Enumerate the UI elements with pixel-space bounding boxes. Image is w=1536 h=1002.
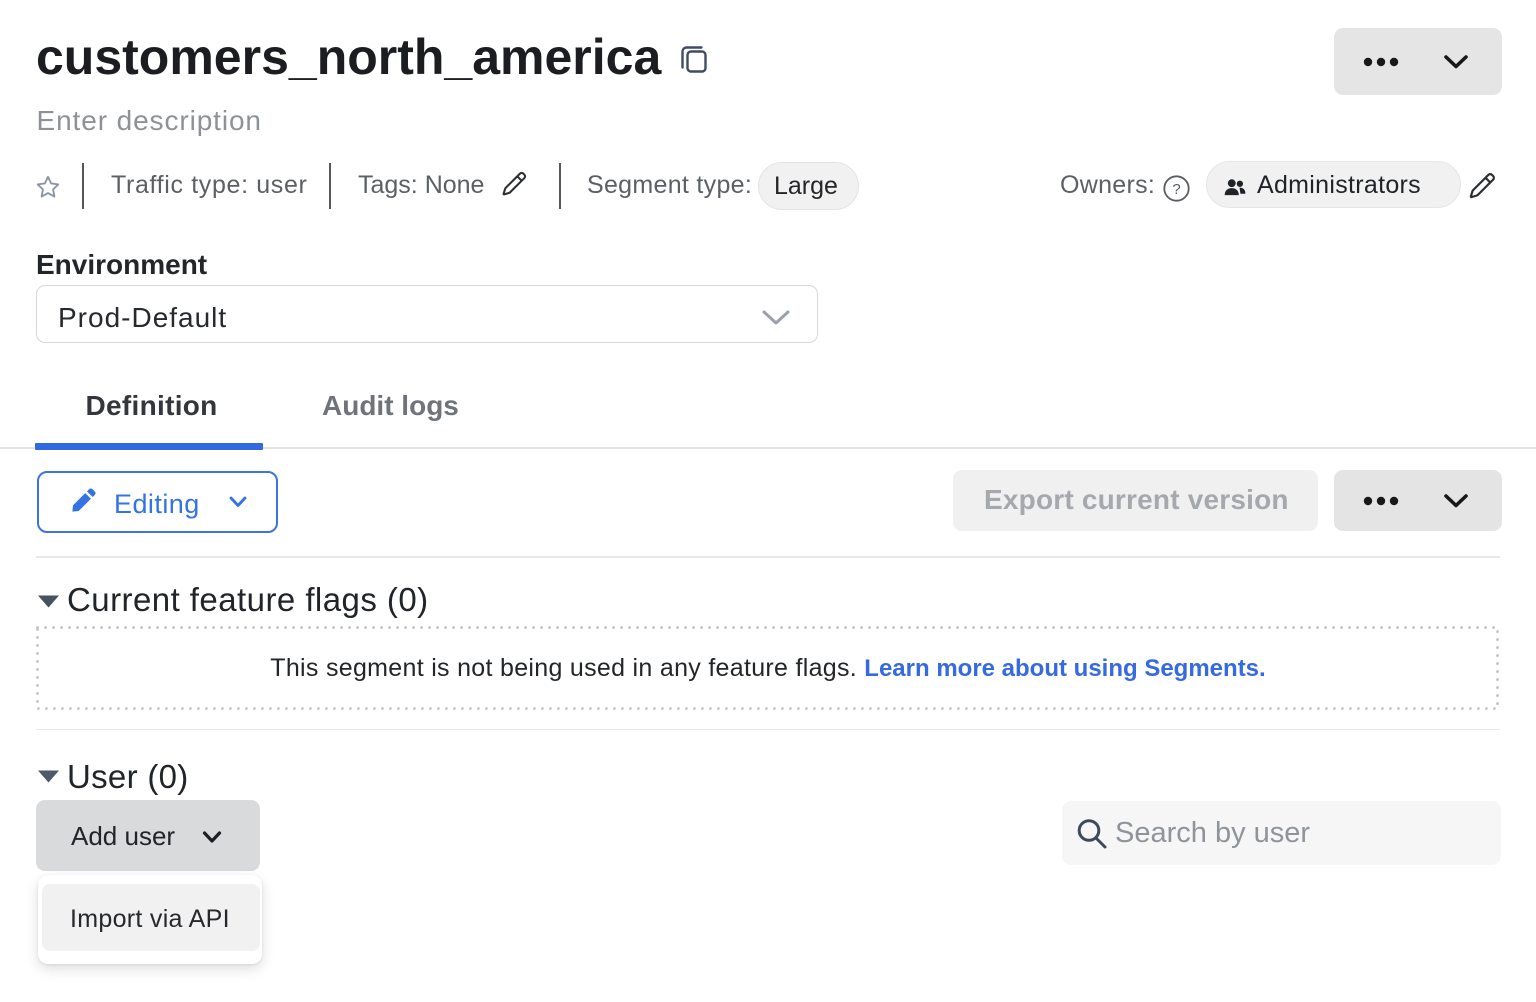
svg-text:?: ? [1172, 181, 1180, 198]
